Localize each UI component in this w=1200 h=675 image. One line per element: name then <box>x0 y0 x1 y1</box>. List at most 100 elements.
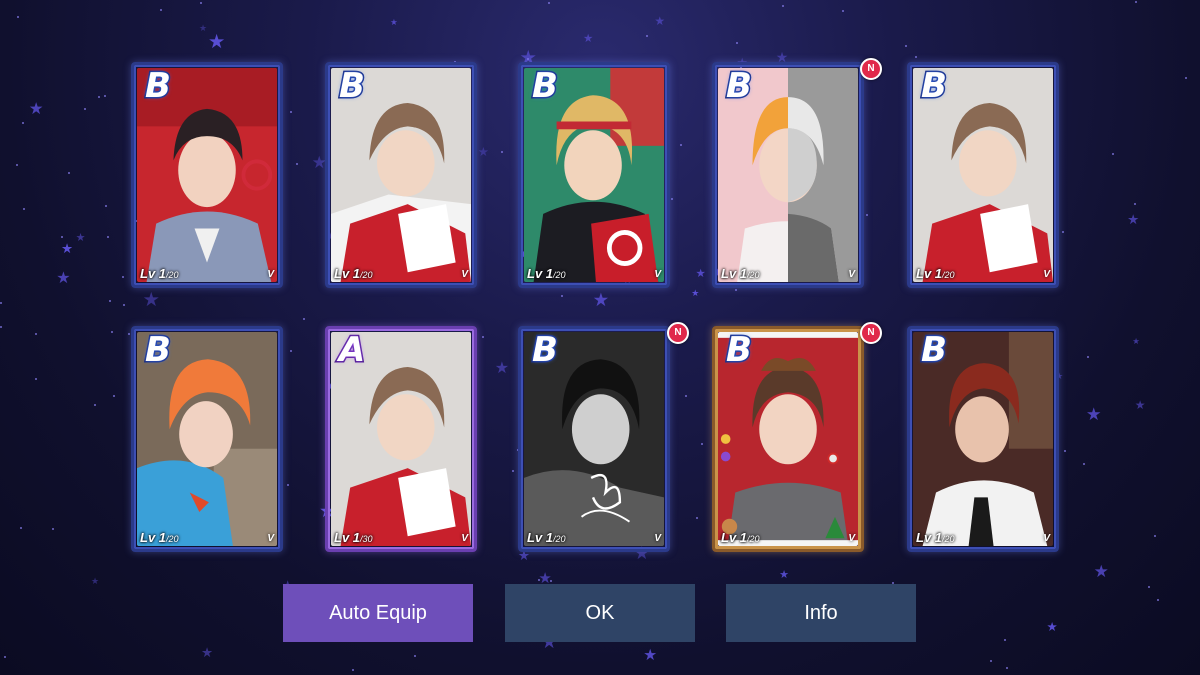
star-dot <box>106 236 109 239</box>
grade-badge-2: B <box>338 66 367 107</box>
star-dot <box>904 44 907 47</box>
card-slot-2[interactable]: B Lv 1/20 V <box>325 62 477 288</box>
star-dot <box>105 204 108 207</box>
member-label-5: V <box>1043 269 1050 280</box>
star-dot <box>700 442 703 445</box>
star-sparkle: ★ <box>390 17 398 28</box>
star-dot <box>35 377 38 380</box>
card-slot-3[interactable]: B Lv 1/20 V <box>518 62 670 288</box>
member-label-9: V <box>848 533 855 544</box>
star-dot <box>109 299 112 302</box>
star-dot <box>735 42 738 45</box>
star-dot <box>51 527 54 530</box>
level-label-4: Lv 1/20 <box>721 266 760 281</box>
star-sparkle: ★ <box>592 288 610 310</box>
member-label-4: V <box>848 269 855 280</box>
auto-equip-button[interactable]: Auto Equip <box>283 584 473 642</box>
new-badge-8: N <box>667 322 689 344</box>
level-label-10: Lv 1/20 <box>916 530 955 545</box>
star-sparkle: ★ <box>201 644 213 660</box>
star-dot <box>110 331 113 334</box>
grade-badge-10: B <box>920 330 949 371</box>
level-label-8: Lv 1/20 <box>527 530 566 545</box>
star-dot <box>16 164 19 167</box>
star-dot <box>286 484 289 487</box>
star-sparkle: ★ <box>477 145 490 160</box>
star-sparkle: ★ <box>91 576 100 587</box>
info-button[interactable]: Info <box>726 584 916 642</box>
star-dot <box>4 655 7 658</box>
card-slot-10[interactable]: B Lv 1/20 V <box>907 326 1059 552</box>
card-slot-8[interactable]: B Lv 1/20 V <box>518 326 670 552</box>
star-sparkle: ★ <box>75 231 86 244</box>
card-slot-9[interactable]: B Lv 1/20 V <box>712 326 864 552</box>
star-dot <box>680 144 683 147</box>
star-dot <box>560 295 563 298</box>
star-dot <box>302 317 305 320</box>
star-sparkle: ★ <box>199 23 208 34</box>
member-label-3: V <box>654 269 661 280</box>
star-dot <box>1148 585 1151 588</box>
level-label-7: Lv 1/30 <box>334 530 373 545</box>
star-sparkle: ★ <box>643 647 658 665</box>
star-sparkle: ★ <box>56 269 71 288</box>
star-dot <box>645 35 648 38</box>
star-dot <box>527 57 530 60</box>
star-sparkle: ★ <box>1046 619 1058 634</box>
grade-badge-3: B <box>531 66 560 107</box>
star-sparkle: ★ <box>779 568 789 581</box>
star-sparkle: ★ <box>1127 211 1139 227</box>
new-badge-9: N <box>860 322 882 344</box>
grade-badge-7: A <box>337 330 366 371</box>
member-label-6: V <box>267 533 274 544</box>
ok-button[interactable]: OK <box>505 584 695 642</box>
star-dot <box>696 516 699 519</box>
star-dot <box>537 578 540 581</box>
star-dot <box>93 404 96 407</box>
member-label-10: V <box>1043 533 1050 544</box>
star-dot <box>60 235 63 238</box>
star-dot <box>128 332 130 335</box>
star-sparkle: ★ <box>654 13 666 28</box>
card-slot-7[interactable]: A Lv 1/30 V <box>325 326 477 552</box>
star-dot <box>547 2 550 5</box>
star-dot <box>113 394 116 397</box>
grade-badge-5: B <box>920 66 949 107</box>
card-slot-5[interactable]: B Lv 1/20 V <box>907 62 1059 288</box>
star-dot <box>1005 666 1008 669</box>
member-label-1: V <box>267 269 274 280</box>
star-dot <box>1154 535 1157 538</box>
grade-badge-8: B <box>531 330 560 371</box>
star-dot <box>1064 450 1067 453</box>
star-dot <box>670 197 673 200</box>
star-dot <box>866 214 869 217</box>
star-dot <box>0 326 3 329</box>
card-slot-6[interactable]: B Lv 1/20 V <box>131 326 283 552</box>
star-dot <box>296 163 299 166</box>
star-dot <box>123 303 126 306</box>
grade-badge-4: B <box>725 66 754 107</box>
level-label-6: Lv 1/20 <box>140 530 179 545</box>
card-slot-4[interactable]: B Lv 1/20 V <box>712 62 864 288</box>
star-dot <box>1082 462 1085 465</box>
new-badge-4: N <box>860 58 882 80</box>
star-dot <box>104 94 107 97</box>
star-dot <box>84 108 87 111</box>
star-dot <box>67 172 70 175</box>
star-dot <box>290 349 293 352</box>
star-dot <box>1135 1 1138 4</box>
star-dot <box>1004 639 1007 642</box>
member-label-8: V <box>654 533 661 544</box>
grade-badge-1: B <box>144 66 173 107</box>
level-label-9: Lv 1/20 <box>721 530 760 545</box>
star-dot <box>414 654 417 657</box>
grade-badge-6: B <box>144 330 173 371</box>
star-dot <box>159 8 162 11</box>
card-slot-1[interactable]: B Lv 1/20 V <box>131 62 283 288</box>
star-dot <box>512 469 515 472</box>
star-dot <box>915 56 918 59</box>
star-dot <box>16 15 19 18</box>
star-dot <box>23 207 25 210</box>
star-sparkle: ★ <box>1132 335 1140 346</box>
star-sparkle: ★ <box>61 240 74 256</box>
